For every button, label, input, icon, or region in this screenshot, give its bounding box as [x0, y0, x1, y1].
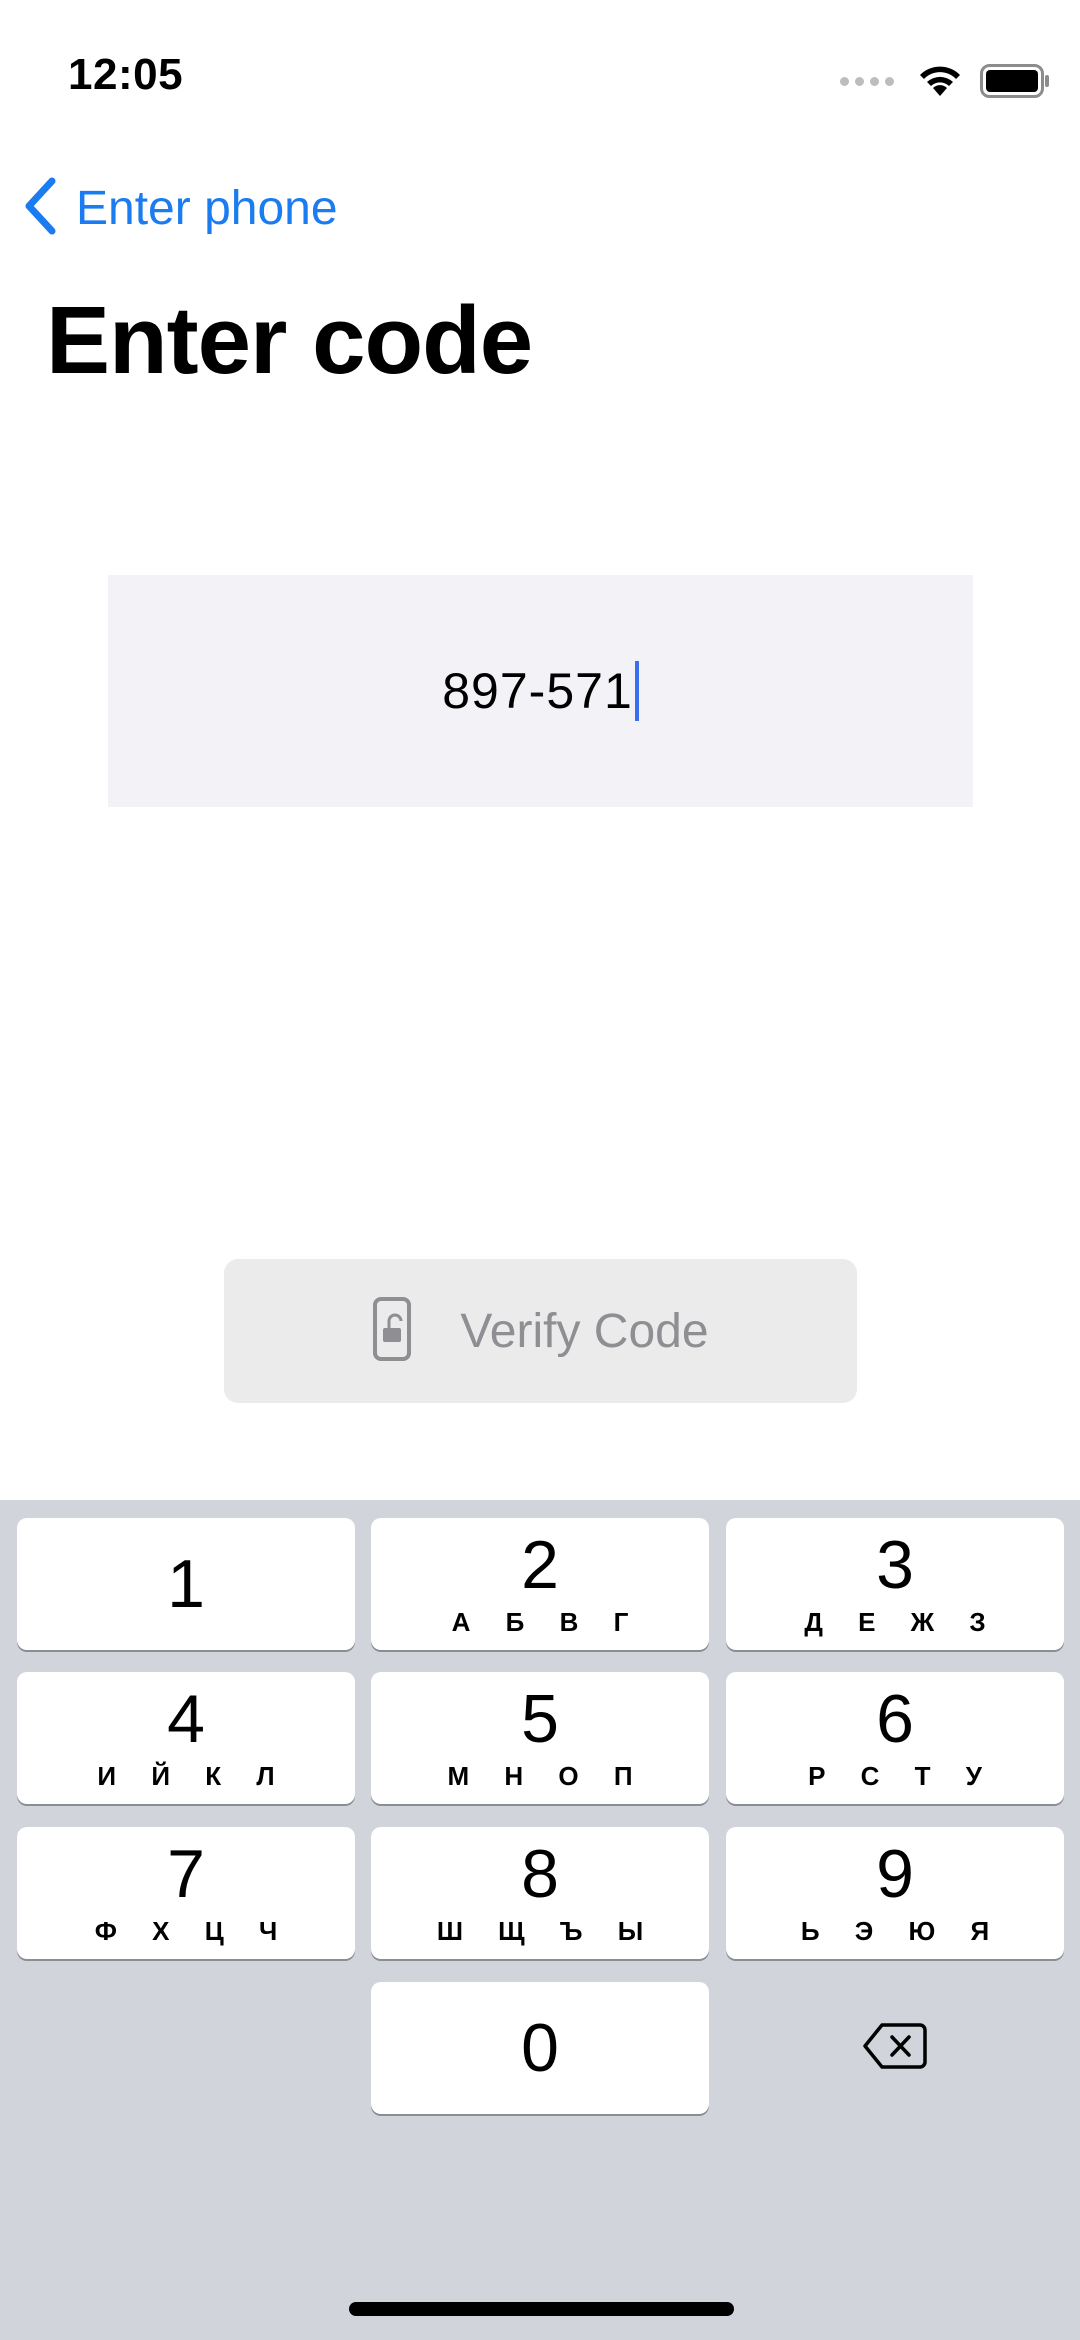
key-0[interactable]: 0 — [371, 1982, 709, 2114]
key-digit: 8 — [521, 1835, 559, 1912]
key-digit: 3 — [876, 1526, 914, 1603]
key-1[interactable]: 1 — [17, 1518, 355, 1650]
battery-icon — [980, 64, 1050, 98]
verify-code-label: Verify Code — [460, 1304, 709, 1358]
page-title: Enter code — [46, 287, 533, 394]
delete-key[interactable] — [726, 1982, 1064, 2114]
key-digit: 7 — [167, 1835, 205, 1912]
key-letters: Д Е Ж З — [804, 1606, 1000, 1637]
key-digit: 9 — [876, 1835, 914, 1912]
chevron-left-icon — [22, 177, 58, 240]
home-indicator[interactable] — [349, 2302, 734, 2316]
code-input-value: 897-571 — [442, 663, 633, 719]
code-input[interactable]: 897-571 — [108, 575, 973, 807]
verify-code-button[interactable]: Verify Code — [224, 1259, 857, 1403]
key-letters: Ф Х Ц Ч — [94, 1915, 292, 1946]
back-button[interactable]: Enter phone — [22, 176, 338, 240]
key-digit: 1 — [167, 1546, 205, 1622]
phone-unlock-icon — [372, 1296, 412, 1367]
key-5[interactable]: 5 М Н О П — [371, 1672, 709, 1804]
key-letters: Ь Э Ю Я — [800, 1915, 1004, 1946]
key-3[interactable]: 3 Д Е Ж З — [726, 1518, 1064, 1650]
key-digit: 0 — [521, 2010, 559, 2086]
text-caret — [634, 661, 639, 721]
status-icons — [840, 56, 1050, 106]
key-8[interactable]: 8 Ш Щ Ъ Ы — [371, 1827, 709, 1959]
key-digit: 4 — [167, 1680, 205, 1757]
status-bar: 12:05 — [0, 0, 1080, 150]
key-letters: И Й К Л — [97, 1760, 289, 1791]
key-letters: Ш Щ Ъ Ы — [436, 1915, 658, 1946]
key-letters: А Б В Г — [451, 1606, 643, 1637]
signal-icon — [840, 76, 894, 86]
back-label: Enter phone — [76, 181, 338, 235]
key-digit: 2 — [521, 1526, 559, 1603]
status-time: 12:05 — [68, 50, 184, 99]
backspace-icon — [862, 2022, 928, 2075]
key-digit: 5 — [521, 1680, 559, 1757]
key-9[interactable]: 9 Ь Э Ю Я — [726, 1827, 1064, 1959]
key-letters: Р С Т У — [808, 1760, 996, 1791]
key-2[interactable]: 2 А Б В Г — [371, 1518, 709, 1650]
key-letters: М Н О П — [447, 1760, 647, 1791]
key-7[interactable]: 7 Ф Х Ц Ч — [17, 1827, 355, 1959]
key-6[interactable]: 6 Р С Т У — [726, 1672, 1064, 1804]
wifi-icon — [918, 64, 962, 98]
key-4[interactable]: 4 И Й К Л — [17, 1672, 355, 1804]
numeric-keypad: 1 2 А Б В Г 3 Д Е Ж З 4 И Й К Л 5 М Н О … — [0, 1500, 1080, 2340]
key-digit: 6 — [876, 1680, 914, 1757]
